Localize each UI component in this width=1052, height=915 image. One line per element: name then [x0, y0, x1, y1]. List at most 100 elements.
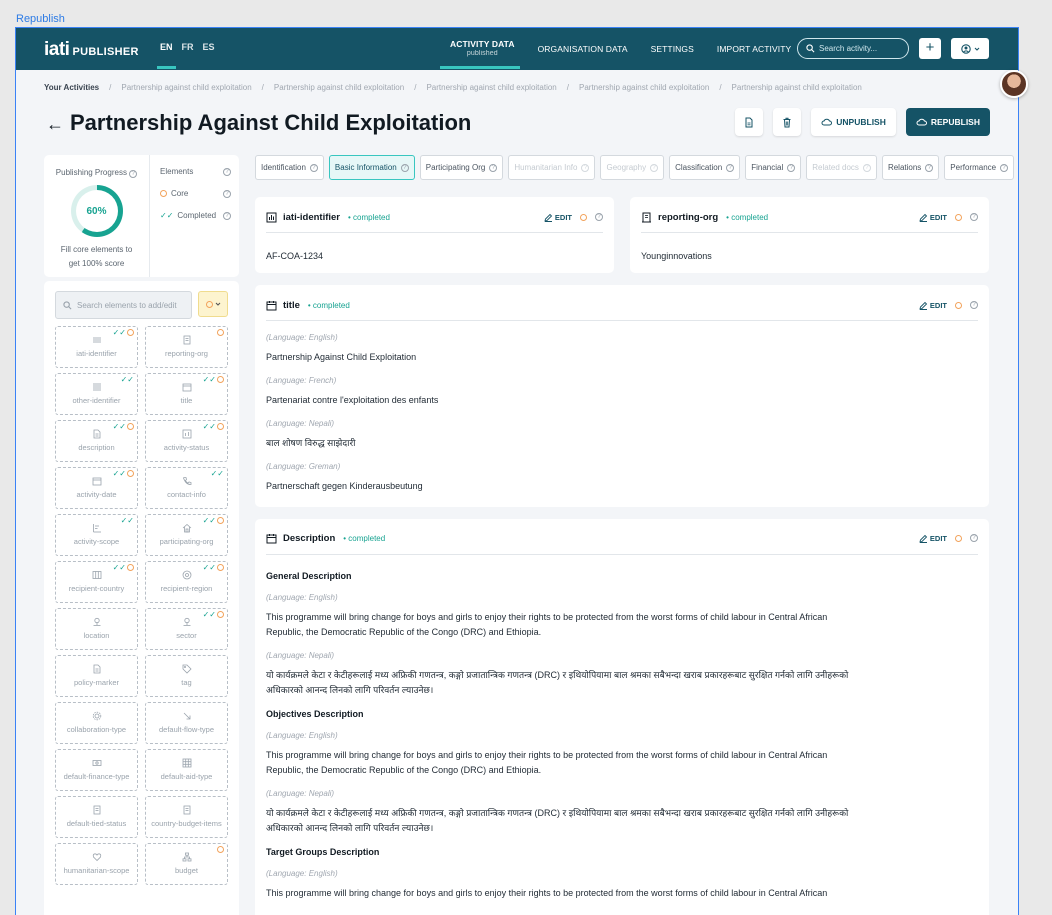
lang-es[interactable]: ES [203, 42, 215, 52]
element-tile-label: other-identifier [72, 396, 121, 405]
help-icon[interactable]: ? [787, 163, 796, 172]
logo-iati-text: iati [44, 39, 70, 60]
element-tile-default-tied-status[interactable]: default-tied-status [55, 796, 138, 838]
edit-button[interactable]: EDIT [919, 213, 947, 222]
help-icon[interactable]: ? [925, 163, 934, 172]
language-label: (Language: English) [266, 593, 338, 602]
lang-active-indicator [157, 66, 176, 69]
element-tile-sector[interactable]: ✓✓ sector [145, 608, 228, 650]
element-tile-activity-status[interactable]: ✓✓ activity-status [145, 420, 228, 462]
element-tile-other-identifier[interactable]: ✓✓ other-identifier [55, 373, 138, 415]
edit-label: EDIT [929, 533, 947, 543]
status-text: completed [348, 533, 386, 543]
element-flags: ✓✓ [113, 423, 134, 431]
frame-label: Republish [16, 13, 65, 25]
nav-settings[interactable]: SETTINGS [651, 44, 694, 54]
help-icon[interactable]: ? [309, 163, 318, 172]
help-icon[interactable]: ? [489, 163, 498, 172]
user-menu-button[interactable] [951, 38, 989, 59]
element-tile-recipient-region[interactable]: ✓✓ recipient-region [145, 561, 228, 603]
download-xml-button[interactable] [735, 108, 764, 136]
description-text: यो कार्यक्रमले केटा र केटीहरूलाई मध्य अफ… [266, 670, 849, 695]
help-icon[interactable]: ? [129, 170, 138, 178]
activity-search[interactable] [797, 38, 909, 59]
element-tile-activity-scope[interactable]: ✓✓ activity-scope [55, 514, 138, 556]
help-icon[interactable]: ? [223, 167, 231, 176]
nav-import-activity[interactable]: IMPORT ACTIVITY [717, 44, 791, 54]
card-body: Younginnovations [641, 249, 978, 275]
element-tile-collaboration-type[interactable]: collaboration-type [55, 702, 138, 744]
search-input[interactable] [819, 44, 899, 53]
tab-financial[interactable]: Financial? [745, 155, 802, 180]
element-tile-default-aid-type[interactable]: default-aid-type [145, 749, 228, 791]
edit-button[interactable]: EDIT [544, 213, 572, 222]
core-filter-dropdown[interactable] [198, 291, 228, 317]
help-icon[interactable]: ? [223, 189, 231, 198]
tab-label: Financial [751, 163, 784, 172]
edit-button[interactable]: EDIT [919, 534, 947, 543]
element-tile-budget[interactable]: budget [145, 843, 228, 885]
card-body: AF-COA-1234 [266, 249, 603, 275]
tab-participating-org[interactable]: Participating Org? [419, 155, 504, 180]
republish-label: REPUBLISH [930, 117, 980, 127]
tab-basic-information[interactable]: Basic Information? [328, 155, 415, 180]
breadcrumb-item[interactable]: Partnership against child exploitation [274, 83, 404, 92]
element-tile-label: default-aid-type [160, 772, 213, 781]
element-tile-country-budget-items[interactable]: country-budget-items [145, 796, 228, 838]
tab-identification[interactable]: Identification? [255, 155, 324, 180]
add-activity-button[interactable]: + [919, 38, 941, 59]
element-tile-iati-identifier[interactable]: ✓✓ iati-identifier [55, 326, 138, 368]
elements-search[interactable]: Search elements to add/edit [55, 291, 192, 319]
element-tile-label: activity-date [76, 490, 117, 499]
breadcrumb-item[interactable]: Your Activities [44, 83, 99, 92]
element-tile-activity-date[interactable]: ✓✓ activity-date [55, 467, 138, 509]
tab-performance[interactable]: Performance? [944, 155, 1015, 180]
lang-fr[interactable]: FR [182, 42, 194, 52]
edit-button[interactable]: EDIT [919, 301, 947, 310]
help-icon[interactable]: ? [970, 534, 978, 542]
unpublish-button[interactable]: UNPUBLISH [811, 108, 896, 136]
element-tile-label: country-budget-items [151, 819, 222, 828]
help-icon[interactable]: ? [862, 163, 871, 172]
help-icon[interactable]: ? [726, 163, 735, 172]
republish-button[interactable]: REPUBLISH [905, 108, 990, 136]
tab-classification[interactable]: Classification? [669, 155, 741, 180]
help-icon[interactable]: ? [223, 211, 231, 220]
lang-en[interactable]: EN [160, 42, 173, 52]
breadcrumb-item[interactable]: Partnership against child exploitation [732, 83, 862, 92]
element-tile-humanitarian-scope[interactable]: humanitarian-scope [55, 843, 138, 885]
help-icon[interactable]: ? [400, 163, 409, 172]
tab-relations[interactable]: Relations? [881, 155, 940, 180]
help-icon[interactable]: ? [595, 213, 603, 221]
element-tile-contact-info[interactable]: ✓✓ contact-info [145, 467, 228, 509]
element-tile-default-flow-type[interactable]: default-flow-type [145, 702, 228, 744]
help-icon[interactable]: ? [581, 163, 590, 172]
element-tile-tag[interactable]: tag [145, 655, 228, 697]
iati-publisher-logo[interactable]: iati PUBLISHER [44, 39, 139, 61]
back-arrow-icon[interactable]: ← [46, 114, 64, 135]
element-tile-title[interactable]: ✓✓ title [145, 373, 228, 415]
help-icon[interactable]: ? [1000, 163, 1009, 172]
status-badge: • completed [307, 300, 350, 310]
breadcrumb-separator: / [414, 83, 417, 92]
breadcrumb-item[interactable]: Partnership against child exploitation [121, 83, 251, 92]
element-tile-reporting-org[interactable]: reporting-org [145, 326, 228, 368]
nav-activity-data[interactable]: ACTIVITY DATA published [450, 40, 515, 58]
breadcrumb-item[interactable]: Partnership against child exploitation [426, 83, 556, 92]
help-icon[interactable]: ? [970, 213, 978, 221]
help-icon[interactable]: ? [970, 301, 978, 309]
element-tile-participating-org[interactable]: ✓✓ participating-org [145, 514, 228, 556]
element-tile-recipient-country[interactable]: ✓✓ recipient-country [55, 561, 138, 603]
element-tile-description[interactable]: ✓✓ description [55, 420, 138, 462]
heart-icon [92, 853, 101, 862]
avatar[interactable] [1000, 70, 1028, 98]
help-icon[interactable]: ? [650, 163, 659, 172]
core-icon [217, 611, 224, 618]
nav-organisation-data[interactable]: ORGANISATION DATA [538, 44, 628, 54]
element-tile-policy-marker[interactable]: policy-marker [55, 655, 138, 697]
element-tile-location[interactable]: location [55, 608, 138, 650]
element-tile-label: iati-identifier [76, 349, 117, 358]
breadcrumb-item[interactable]: Partnership against child exploitation [579, 83, 709, 92]
element-tile-default-finance-type[interactable]: default-finance-type [55, 749, 138, 791]
delete-button[interactable] [773, 108, 802, 136]
